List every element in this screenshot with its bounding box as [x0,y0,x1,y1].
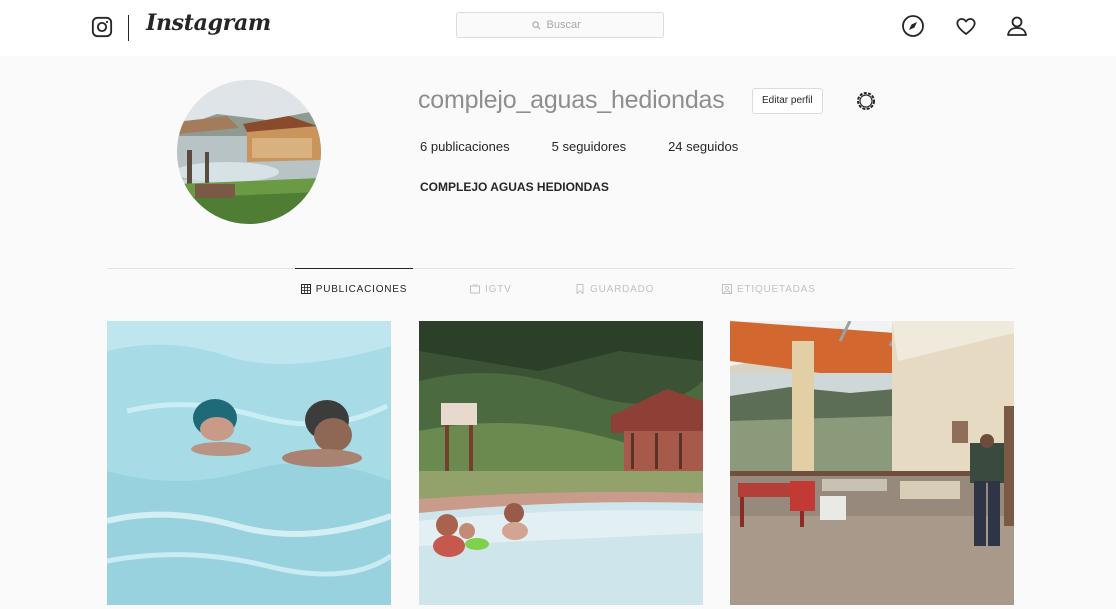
posts-count: 6 publicaciones [420,139,510,154]
avatar-photo [177,80,321,224]
tabs-divider [107,268,1014,269]
profile-avatar[interactable] [177,80,321,224]
tab-igtv[interactable]: IGTV [470,269,512,309]
followers-count[interactable]: 5 seguidores [552,139,626,154]
search-box[interactable] [456,12,664,38]
tab-label: IGTV [485,283,512,295]
post-thumbnail-2[interactable] [419,321,703,605]
instagram-glyph-icon[interactable] [91,16,113,38]
profile-username: complejo_aguas_hediondas [418,86,725,114]
instagram-wordmark[interactable]: Instagram [146,10,271,36]
grid-icon [300,284,311,294]
person-icon[interactable] [1004,13,1030,39]
post-image-swimmers [107,321,391,605]
edit-profile-button[interactable]: Editar perfil [752,88,823,114]
tab-label: PUBLICACIONES [315,283,408,295]
tab-label: ETIQUETADAS [737,283,816,295]
following-count[interactable]: 24 seguidos [668,139,738,154]
post-image-hot-spring [419,321,703,605]
logo-divider [128,15,129,41]
tv-icon [470,284,480,294]
post-thumbnail-1[interactable] [107,321,391,605]
top-navigation-bar: Instagram [0,0,1116,56]
search-icon [531,20,540,29]
search-input[interactable] [544,18,589,32]
profile-full-name: COMPLEJO AGUAS HEDIONDAS [420,180,609,194]
settings-gear-icon[interactable] [854,89,878,113]
tab-label: GUARDADO [590,283,655,295]
compass-icon[interactable] [900,13,926,39]
bookmark-icon [576,284,584,294]
heart-icon[interactable] [953,13,979,39]
tab-guardado[interactable]: GUARDADO [575,269,654,309]
profile-stats: 6 publicaciones 5 seguidores 24 seguidos [420,139,780,154]
search-inner [531,18,589,32]
post-thumbnail-3[interactable] [730,321,1014,605]
profile-header: complejo_aguas_hediondas Editar perfil 6… [0,56,1116,256]
tab-etiquetadas[interactable]: ETIQUETADAS [722,269,816,309]
tab-publicaciones[interactable]: PUBLICACIONES [295,268,413,309]
post-image-terrace [730,321,1014,605]
tag-icon [722,284,732,294]
